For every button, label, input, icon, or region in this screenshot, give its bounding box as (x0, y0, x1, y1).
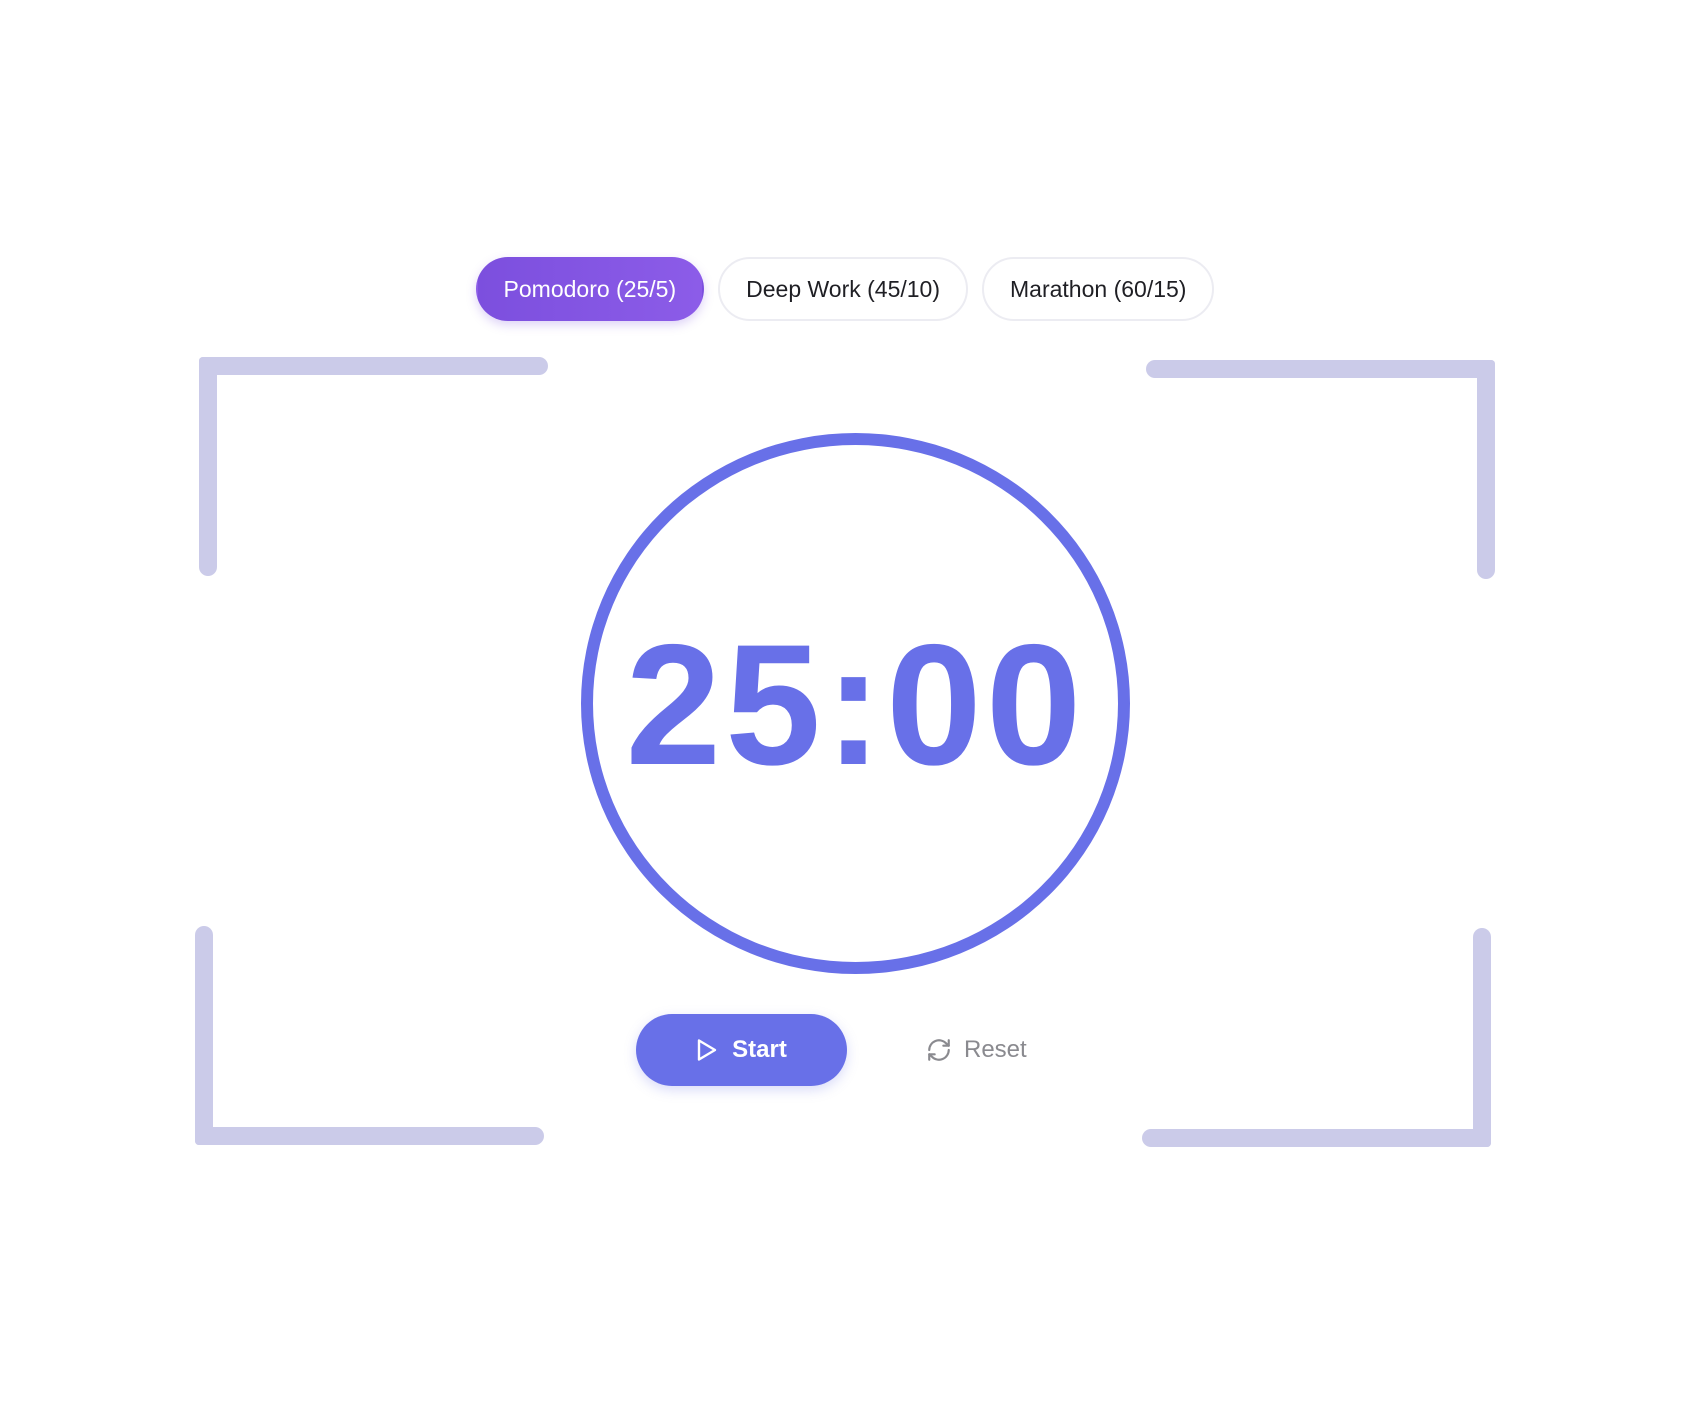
corner-bracket-top-left (199, 357, 548, 576)
mode-marathon-button[interactable]: Marathon (60/15) (982, 257, 1215, 321)
timer-app: Pomodoro (25/5) Deep Work (45/10) Marath… (0, 0, 1698, 1428)
reset-button[interactable]: Reset (920, 1014, 1033, 1086)
start-button[interactable]: Start (636, 1014, 847, 1086)
refresh-icon (926, 1037, 952, 1063)
corner-bracket-bottom-right (1142, 928, 1491, 1147)
mode-selector: Pomodoro (25/5) Deep Work (45/10) Marath… (0, 257, 1698, 321)
start-button-label: Start (732, 1036, 787, 1063)
reset-button-label: Reset (964, 1036, 1027, 1063)
play-icon (696, 1038, 718, 1062)
corner-bracket-top-right (1146, 360, 1495, 579)
mode-deep-work-button[interactable]: Deep Work (45/10) (718, 257, 969, 321)
corner-bracket-bottom-left (195, 926, 544, 1145)
mode-pomodoro-button[interactable]: Pomodoro (25/5) (475, 257, 705, 321)
timer-display: 25:00 (625, 609, 1086, 801)
